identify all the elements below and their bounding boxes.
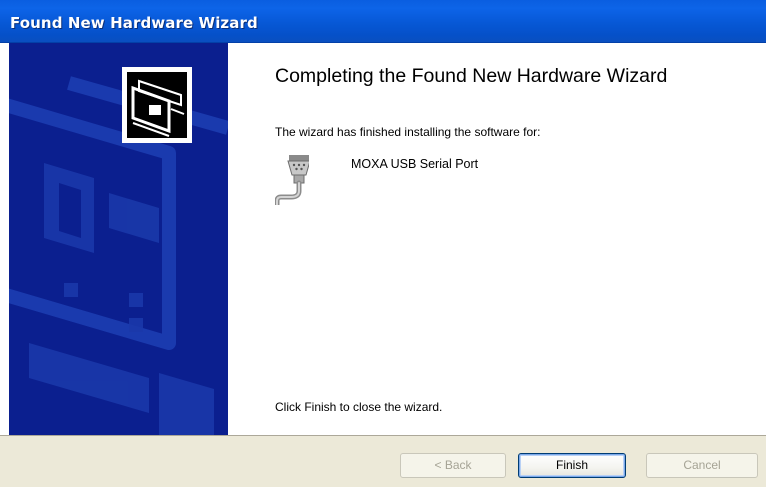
left-border — [0, 43, 9, 435]
serial-port-icon — [275, 155, 309, 205]
title-bar[interactable]: Found New Hardware Wizard — [0, 0, 766, 43]
finish-button[interactable]: Finish — [518, 453, 626, 478]
wizard-window: Found New Hardware Wizard Completing the… — [0, 0, 766, 487]
wizard-content: Completing the Found New Hardware Wizard… — [228, 43, 766, 435]
hardware-card-icon — [122, 67, 192, 143]
window-title: Found New Hardware Wizard — [10, 14, 258, 32]
device-name: MOXA USB Serial Port — [351, 157, 479, 171]
finish-hint: Click Finish to close the wizard. — [275, 400, 443, 414]
side-banner-graphic — [9, 43, 228, 435]
wizard-side-banner — [9, 43, 228, 435]
cancel-button[interactable]: Cancel — [646, 453, 758, 478]
button-bar: < Back Finish Cancel — [0, 435, 766, 487]
install-message: The wizard has finished installing the s… — [275, 125, 541, 139]
page-title: Completing the Found New Hardware Wizard — [275, 65, 668, 87]
back-button[interactable]: < Back — [400, 453, 506, 478]
